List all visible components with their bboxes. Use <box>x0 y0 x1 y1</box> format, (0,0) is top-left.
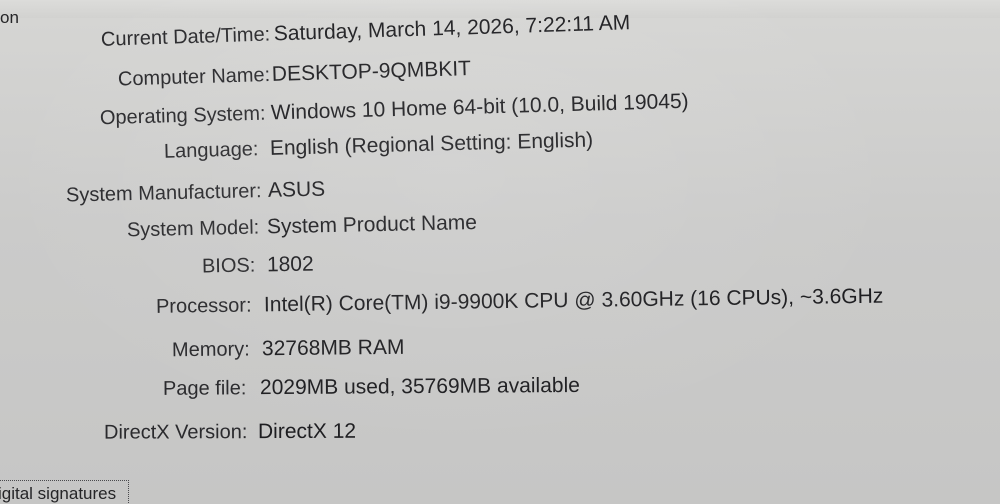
bios-label: BIOS: <box>201 254 256 278</box>
operating-system-label: Operating System: <box>99 102 266 130</box>
system-model-label: System Model: <box>126 216 260 242</box>
computer-name-value: DESKTOP-9QMBKIT <box>271 57 472 86</box>
processor-label: Processor: <box>155 294 252 318</box>
memory-label: Memory: <box>171 338 250 362</box>
bios-value: 1802 <box>266 252 314 277</box>
page-file-label: Page file: <box>162 377 247 400</box>
system-model-value: System Product Name <box>266 211 478 239</box>
info-row-page-file: Page file: 2029MB used, 35769MB availabl… <box>0 366 1000 407</box>
current-datetime-label: Current Date/Time: <box>100 23 271 51</box>
computer-name-label: Computer Name: <box>117 63 271 91</box>
info-row-directx-version: DirectX Version: DirectX 12 <box>0 413 1000 450</box>
language-label: Language: <box>163 138 259 163</box>
directx-version-value: DirectX 12 <box>257 419 357 444</box>
system-manufacturer-value: ASUS <box>267 177 326 202</box>
processor-value: Intel(R) Core(TM) i9-9900K CPU @ 3.60GHz… <box>263 284 884 317</box>
info-row-memory: Memory: 32768MB RAM <box>0 325 1000 369</box>
directx-version-label: DirectX Version: <box>103 421 248 444</box>
info-row-processor: Processor: Intel(R) Core(TM) i9-9900K CP… <box>0 278 1000 326</box>
dxdiag-system-tab: on Current Date/Time: Saturday, March 14… <box>0 0 1000 504</box>
digital-signature-checkbox-fragment[interactable]: igital signatures <box>0 480 129 504</box>
system-information-list: Current Date/Time: Saturday, March 14, 2… <box>0 0 1000 504</box>
language-value: English (Regional Setting: English) <box>269 128 594 160</box>
system-manufacturer-label: System Manufacturer: <box>65 180 262 207</box>
memory-value: 32768MB RAM <box>261 335 405 361</box>
current-datetime-value: Saturday, March 14, 2026, 7:22:11 AM <box>273 11 631 46</box>
page-file-value: 2029MB used, 35769MB available <box>259 373 580 400</box>
